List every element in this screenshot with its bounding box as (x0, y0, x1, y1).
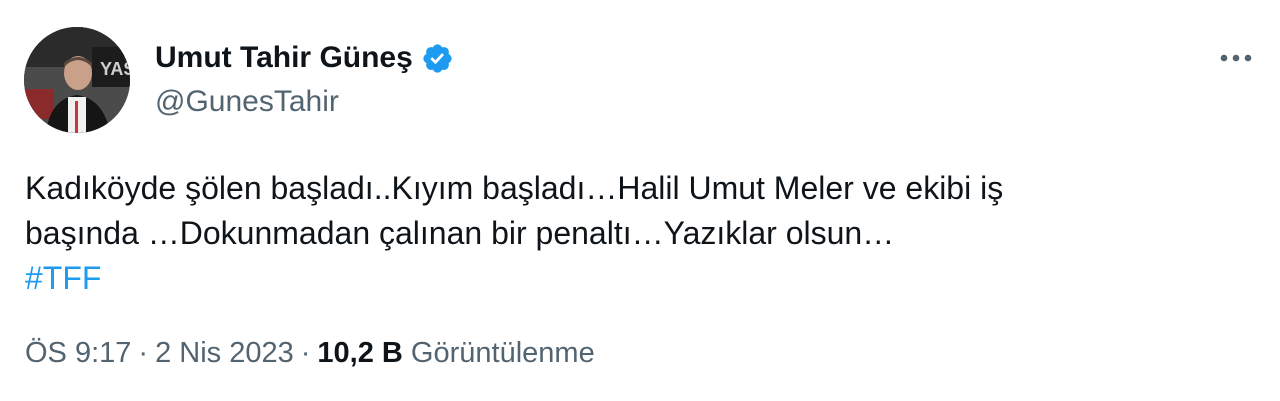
more-options-button[interactable] (1214, 36, 1258, 80)
hashtag-link[interactable]: #TFF (25, 256, 101, 301)
author-name-row: Umut Tahir Güneş (155, 38, 454, 78)
profile-photo-icon: YAS (24, 27, 130, 133)
meta-separator: · (300, 337, 311, 369)
tweet-text: Kadıköyde şölen başladı..Kıyım başladı…H… (25, 166, 1225, 301)
tweet-time-link[interactable]: ÖS 9:17 (25, 337, 131, 369)
more-horizontal-icon (1220, 54, 1252, 62)
tweet-text-line: başında …Dokunmadan çalınan bir penaltı…… (25, 215, 895, 251)
meta-separator: · (138, 337, 149, 369)
tweet-text-line: Kadıköyde şölen başladı..Kıyım başladı…H… (25, 170, 1004, 206)
tweet-meta: ÖS 9:17 · 2 Nis 2023 · 10,2 B Görüntülenme (25, 333, 595, 373)
views-count: 10,2 B (317, 337, 403, 369)
author-display-name[interactable]: Umut Tahir Güneş (155, 38, 413, 78)
author-handle[interactable]: @GunesTahir (155, 82, 339, 122)
tweet: YAS Umut Tahir Güneş @GunesTahir Kadıköy… (0, 0, 1280, 401)
avatar[interactable]: YAS (24, 27, 130, 133)
views-label: Görüntülenme (410, 337, 595, 369)
svg-text:YAS: YAS (100, 59, 130, 79)
verified-badge-icon[interactable] (421, 42, 454, 75)
tweet-date-link[interactable]: 2 Nis 2023 (155, 337, 294, 369)
